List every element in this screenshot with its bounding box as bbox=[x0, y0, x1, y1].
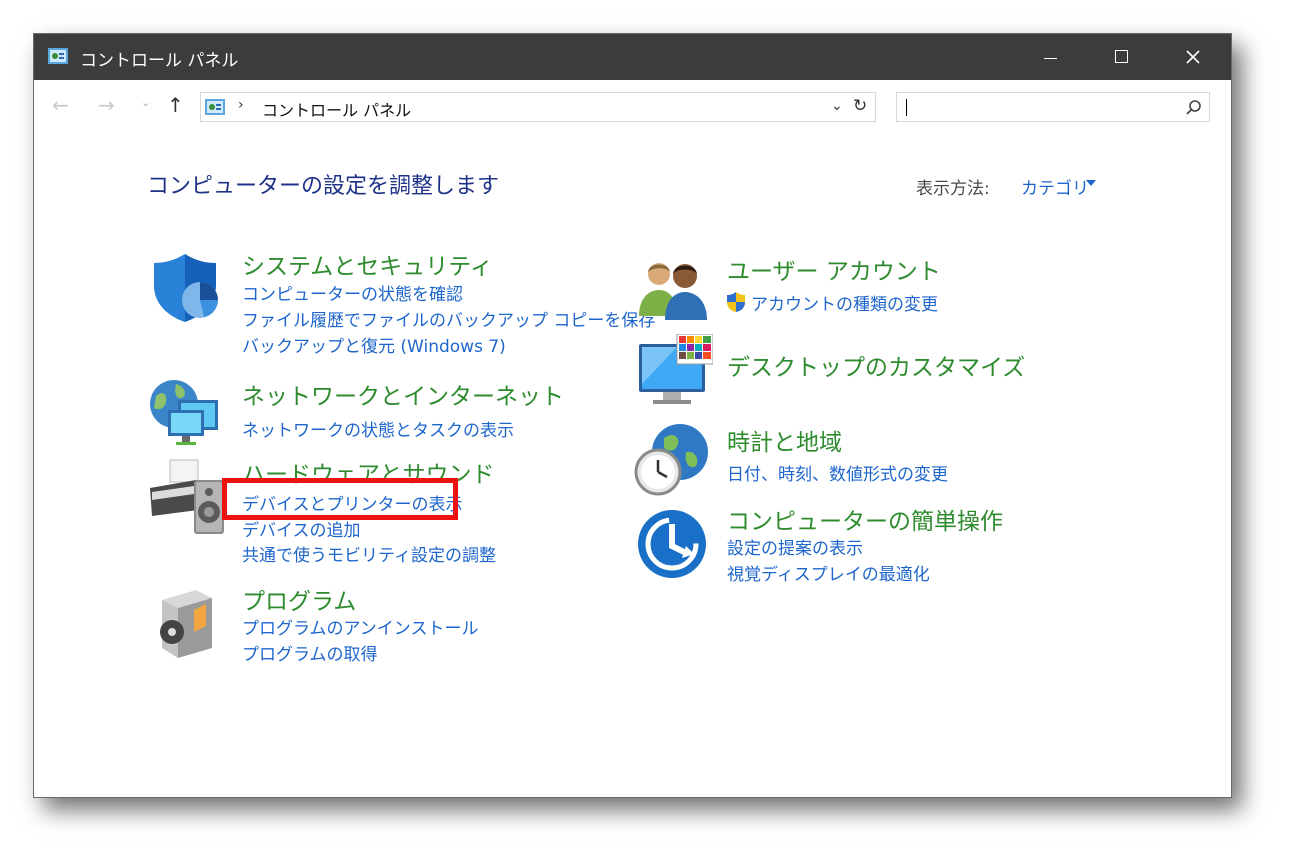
shield-icon[interactable] bbox=[152, 252, 222, 324]
link-view-network-status[interactable]: ネットワークの状態とタスクの表示 bbox=[242, 416, 514, 441]
link-get-recommendations[interactable]: 設定の提案の表示 bbox=[727, 534, 863, 559]
control-panel-icon bbox=[205, 99, 225, 115]
view-by-label: 表示方法: bbox=[916, 179, 990, 199]
category-title-system-security[interactable]: システムとセキュリティ bbox=[242, 247, 493, 281]
desktop-icon[interactable] bbox=[637, 334, 713, 406]
category-title-desktop[interactable]: デスクトップのカスタマイズ bbox=[727, 348, 1025, 382]
search-icon[interactable] bbox=[1185, 99, 1203, 117]
address-row: ← → ⌄ ↑ › コントロール パネル ⌄ ↻ bbox=[34, 80, 1231, 130]
highlight-annotation bbox=[222, 478, 458, 520]
programs-icon[interactable] bbox=[156, 586, 218, 658]
printer-speaker-icon[interactable] bbox=[148, 458, 228, 538]
link-change-account-type[interactable]: アカウントの種類の変更 bbox=[751, 290, 938, 315]
link-save-backup-with-file-history[interactable]: ファイル履歴でファイルのバックアップ コピーを保存 bbox=[242, 306, 655, 331]
search-input[interactable] bbox=[896, 92, 1210, 122]
users-icon[interactable] bbox=[637, 258, 709, 320]
link-backup-restore-windows7[interactable]: バックアップと復元 (Windows 7) bbox=[242, 332, 506, 357]
forward-button[interactable]: → bbox=[98, 93, 115, 117]
link-check-computer-status[interactable]: コンピューターの状態を確認 bbox=[242, 280, 463, 305]
page-title: コンピューターの設定を調整します bbox=[147, 174, 500, 199]
close-icon bbox=[1186, 50, 1200, 64]
up-button[interactable]: ↑ bbox=[167, 93, 184, 117]
address-bar[interactable]: › コントロール パネル ⌄ ↻ bbox=[200, 92, 876, 122]
chevron-down-icon[interactable] bbox=[1086, 180, 1096, 186]
text-caret bbox=[906, 99, 907, 116]
category-title-ease-of-access[interactable]: コンピューターの簡単操作 bbox=[727, 502, 1003, 536]
maximize-button[interactable] bbox=[1086, 34, 1156, 80]
clock-globe-icon[interactable] bbox=[634, 422, 710, 498]
link-adjust-mobility-settings[interactable]: 共通で使うモビリティ設定の調整 bbox=[242, 541, 496, 566]
control-panel-window: コントロール パネル ← → ⌄ ↑ › コントロール パネル ⌄ ↻ コンピュ… bbox=[33, 33, 1232, 798]
ease-of-access-icon[interactable] bbox=[636, 508, 708, 580]
network-icon[interactable] bbox=[148, 376, 224, 446]
control-panel-icon bbox=[48, 48, 68, 64]
link-get-programs[interactable]: プログラムの取得 bbox=[242, 640, 378, 665]
address-dropdown-icon[interactable]: ⌄ bbox=[831, 98, 843, 114]
back-button[interactable]: ← bbox=[52, 93, 69, 117]
uac-shield-icon bbox=[727, 292, 745, 312]
category-title-network[interactable]: ネットワークとインターネット bbox=[242, 377, 564, 411]
category-title-clock-region[interactable]: 時計と地域 bbox=[727, 423, 842, 457]
link-uninstall-program[interactable]: プログラムのアンインストール bbox=[242, 614, 478, 639]
recent-locations-button[interactable]: ⌄ bbox=[141, 96, 150, 109]
close-button[interactable] bbox=[1158, 34, 1228, 80]
category-title-programs[interactable]: プログラム bbox=[242, 582, 356, 616]
link-change-date-time-format[interactable]: 日付、時刻、数値形式の変更 bbox=[727, 460, 948, 485]
title-bar[interactable]: コントロール パネル bbox=[34, 34, 1231, 80]
category-title-user-accounts[interactable]: ユーザー アカウント bbox=[727, 252, 941, 286]
window-title: コントロール パネル bbox=[80, 51, 239, 71]
breadcrumb-control-panel[interactable]: コントロール パネル bbox=[262, 97, 411, 121]
view-by-dropdown[interactable]: カテゴリ bbox=[1021, 174, 1089, 199]
link-optimize-visual-display[interactable]: 視覚ディスプレイの最適化 bbox=[727, 560, 930, 585]
minimize-button[interactable] bbox=[1014, 34, 1084, 80]
breadcrumb-separator[interactable]: › bbox=[238, 97, 244, 113]
refresh-icon[interactable]: ↻ bbox=[853, 96, 867, 116]
